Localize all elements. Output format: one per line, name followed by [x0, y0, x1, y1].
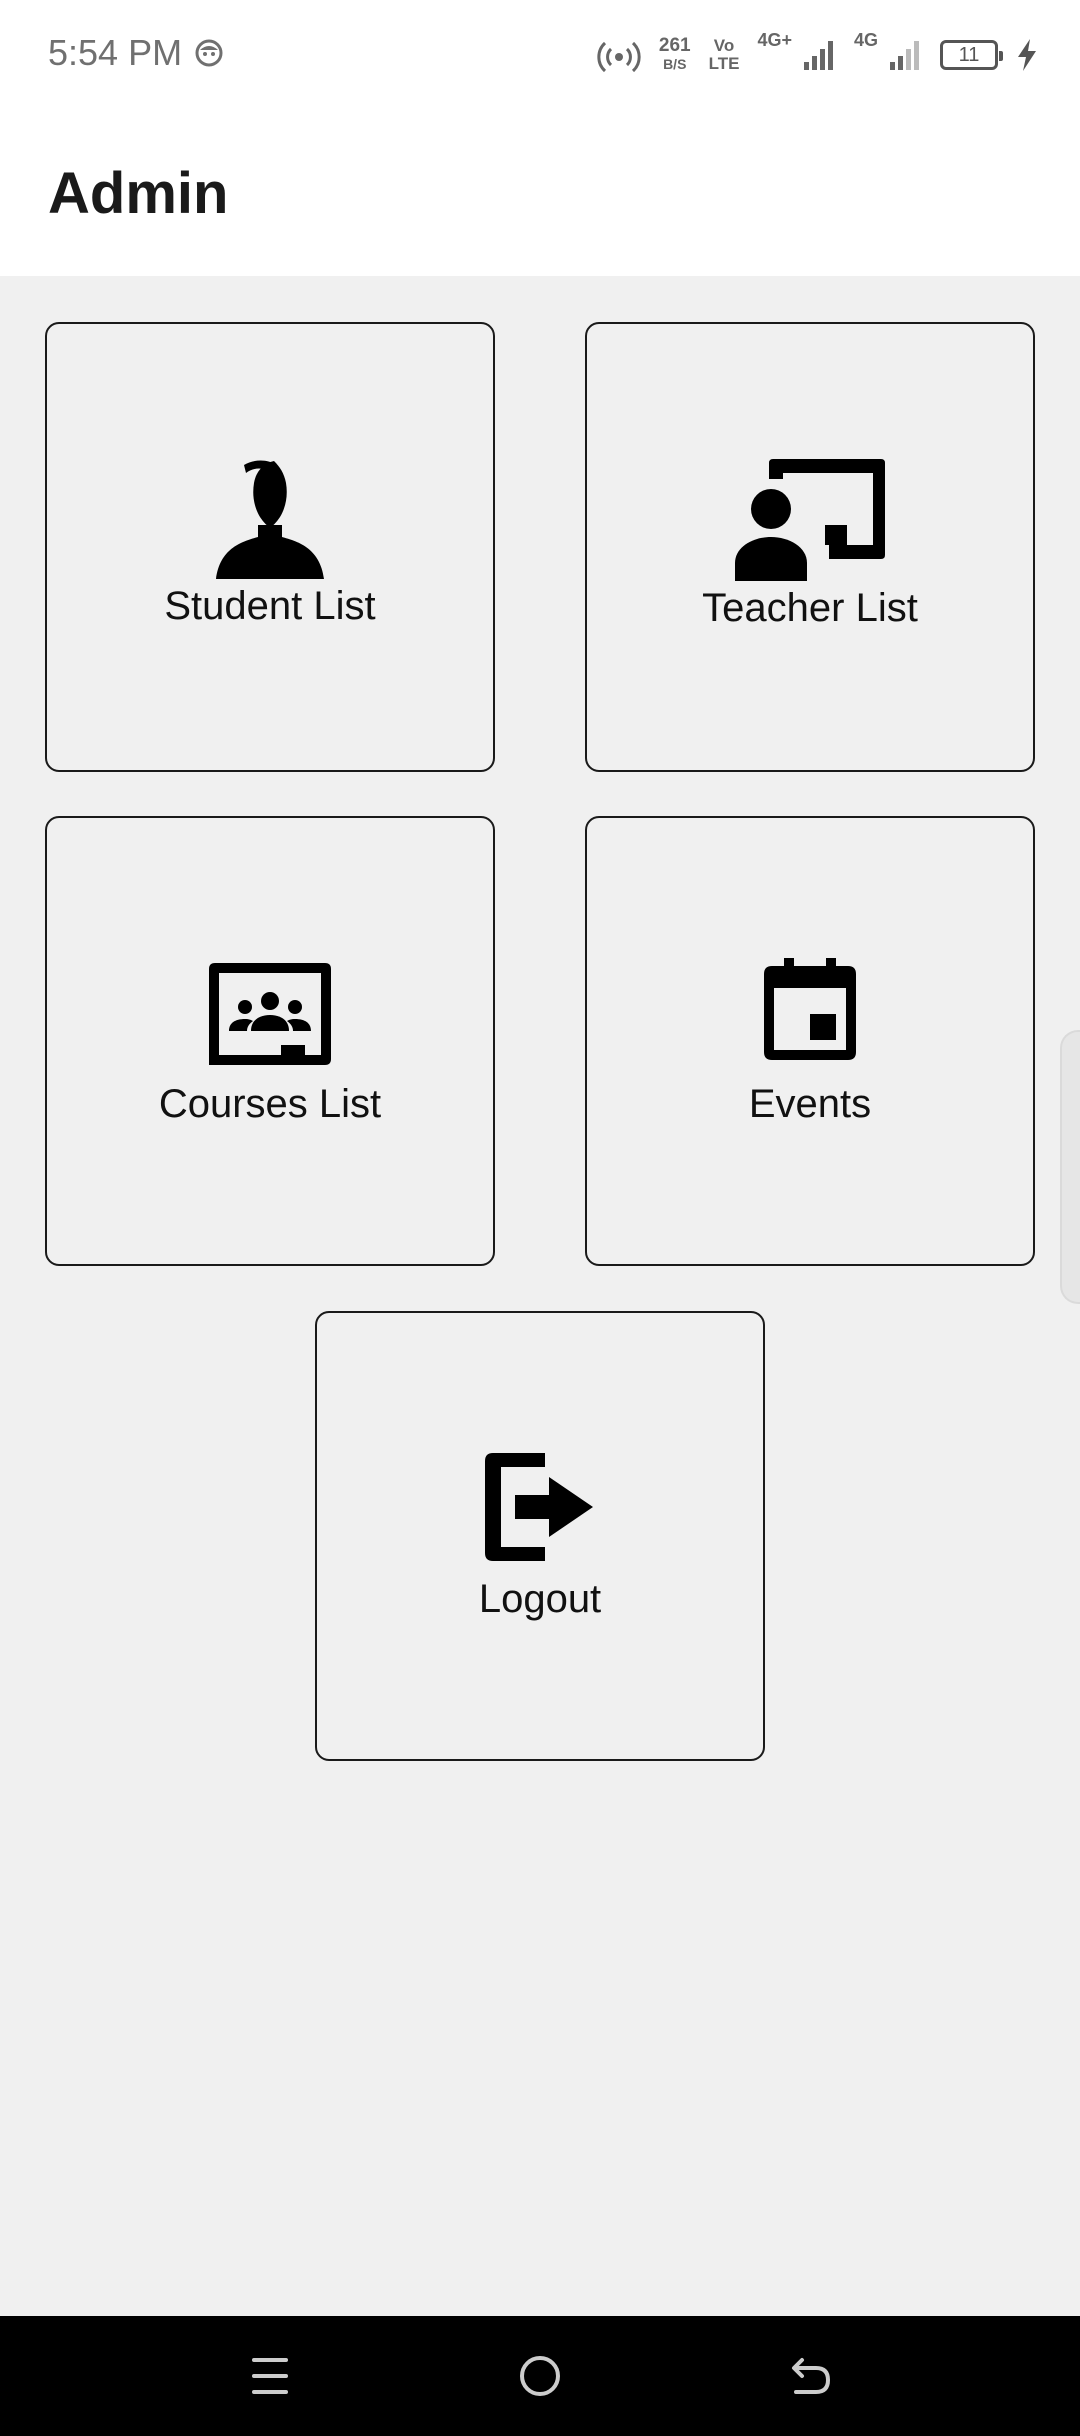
status-time: 5:54 PM — [48, 32, 183, 73]
logout-icon — [485, 1453, 593, 1561]
volte-indicator: Vo LTE — [709, 37, 740, 73]
network-speed: 261 B/S — [658, 35, 691, 73]
teacher-board-icon — [735, 459, 885, 581]
signal-2-label: 4G — [853, 30, 878, 50]
battery-icon: 11 — [940, 40, 1003, 70]
status-bar: 5:54 PM 261 B/S Vo LTE 4G+ 4G 11 — [0, 0, 1080, 108]
student-list-label: Student List — [164, 584, 376, 628]
signal-icon — [890, 41, 919, 70]
home-icon[interactable] — [510, 2346, 570, 2406]
page-title: Admin — [48, 161, 229, 226]
logout-label: Logout — [478, 1577, 602, 1621]
teacher-list-label: Teacher List — [702, 586, 918, 630]
menu-icon[interactable] — [240, 2346, 300, 2406]
charging-bolt-icon — [1018, 39, 1036, 71]
volte-bottom: LTE — [708, 54, 740, 73]
courses-list-label: Courses List — [158, 1082, 382, 1126]
network-speed-unit: B/S — [663, 56, 687, 72]
courses-list-button[interactable]: Courses List — [45, 816, 495, 1266]
logout-button[interactable]: Logout — [315, 1311, 765, 1761]
back-icon[interactable] — [780, 2346, 840, 2406]
events-label: Events — [748, 1082, 872, 1126]
edge-panel-handle[interactable] — [1060, 1030, 1080, 1304]
signal-icon — [803, 41, 833, 70]
calendar-event-icon — [764, 958, 856, 1060]
student-list-button[interactable]: Student List — [45, 322, 495, 772]
app-bar: Admin — [0, 108, 1080, 276]
volte-top: Vo — [713, 36, 735, 55]
signal-1-label: 4G+ — [757, 30, 792, 50]
battery-level: 11 — [958, 43, 980, 66]
system-nav-bar — [0, 2316, 1080, 2436]
status-indicators: 261 B/S Vo LTE 4G+ 4G 11 — [597, 30, 1038, 80]
events-button[interactable]: Events — [585, 816, 1035, 1266]
hotspot-icon — [597, 41, 641, 73]
face-icon — [195, 39, 223, 67]
network-speed-value: 261 — [658, 35, 691, 56]
teacher-list-button[interactable]: Teacher List — [585, 322, 1035, 772]
classroom-icon — [209, 963, 331, 1065]
student-person-icon — [216, 460, 324, 579]
